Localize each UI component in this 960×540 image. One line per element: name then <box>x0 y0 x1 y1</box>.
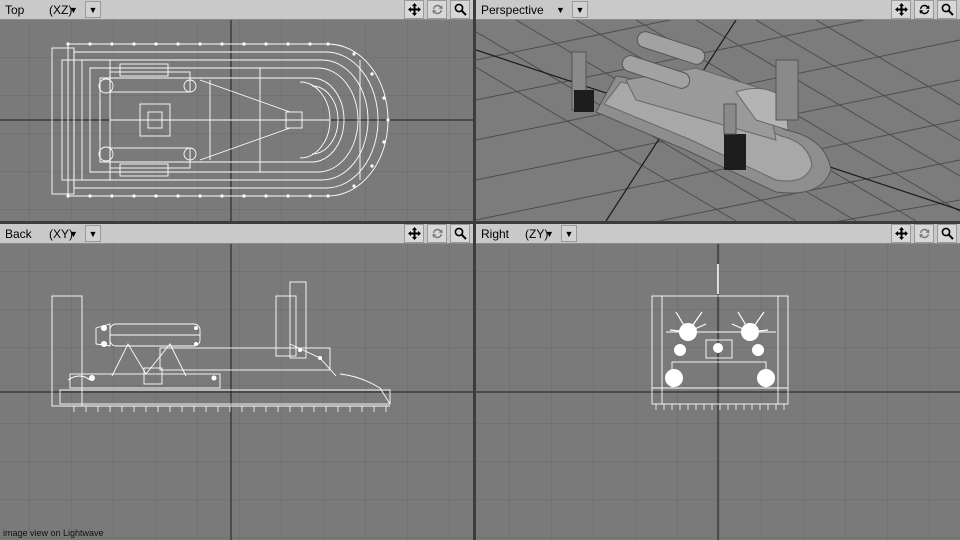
axis-label[interactable]: (XZ) <box>49 3 72 17</box>
rotate-icon[interactable] <box>427 224 447 243</box>
move-icon[interactable] <box>891 224 911 243</box>
viewport-canvas-back[interactable] <box>0 244 473 540</box>
viewport-canvas-perspective[interactable] <box>476 20 960 221</box>
viewport-back[interactable]: Back (XY) ▼ ▼ image view on Lightwave <box>0 224 473 540</box>
view-type-label[interactable]: Perspective <box>476 3 556 17</box>
axis-label[interactable]: (ZY) <box>525 227 548 241</box>
viewport-perspective[interactable]: Perspective ▼ ▼ <box>476 0 960 221</box>
view-type-label[interactable]: Right <box>476 227 525 241</box>
view-menu-button[interactable]: ▼ <box>85 1 101 18</box>
move-icon[interactable] <box>891 0 911 19</box>
wireframe-top <box>0 20 473 221</box>
magnifier-icon[interactable] <box>937 0 957 19</box>
wireframe-back <box>0 244 473 540</box>
viewport-header-top: Top (XZ) ▼ ▼ <box>0 0 473 20</box>
chevron-down-icon: ▼ <box>88 228 98 239</box>
chevron-down-icon[interactable]: ▼ <box>69 229 79 239</box>
viewport-header-perspective: Perspective ▼ ▼ <box>476 0 960 20</box>
magnifier-icon[interactable] <box>450 224 470 243</box>
chevron-down-icon[interactable]: ▼ <box>556 5 566 15</box>
viewport-header-right: Right (ZY) ▼ ▼ <box>476 224 960 244</box>
chevron-down-icon[interactable]: ▼ <box>545 229 555 239</box>
viewport-top[interactable]: Top (XZ) ▼ ▼ <box>0 0 473 221</box>
chevron-down-icon: ▼ <box>575 4 585 15</box>
rotate-icon[interactable] <box>914 0 934 19</box>
view-menu-button[interactable]: ▼ <box>561 225 577 242</box>
view-menu-button[interactable]: ▼ <box>572 1 588 18</box>
move-icon[interactable] <box>404 0 424 19</box>
wireframe-right <box>476 244 960 540</box>
magnifier-icon[interactable] <box>450 0 470 19</box>
view-type-label[interactable]: Back <box>0 227 49 241</box>
rotate-icon[interactable] <box>914 224 934 243</box>
viewport-header-back: Back (XY) ▼ ▼ <box>0 224 473 244</box>
rotate-icon[interactable] <box>427 0 447 19</box>
magnifier-icon[interactable] <box>937 224 957 243</box>
view-type-label[interactable]: Top <box>0 3 49 17</box>
viewport-right[interactable]: Right (ZY) ▼ ▼ <box>476 224 960 540</box>
chevron-down-icon[interactable]: ▼ <box>69 5 79 15</box>
view-menu-button[interactable]: ▼ <box>85 225 101 242</box>
axis-label[interactable]: (XY) <box>49 227 73 241</box>
chevron-down-icon: ▼ <box>88 4 98 15</box>
perspective-render <box>476 20 960 221</box>
viewport-canvas-right[interactable] <box>476 244 960 540</box>
viewport-canvas-top[interactable] <box>0 20 473 221</box>
chevron-down-icon: ▼ <box>564 228 574 239</box>
footer-caption: image view on Lightwave <box>3 528 104 538</box>
move-icon[interactable] <box>404 224 424 243</box>
